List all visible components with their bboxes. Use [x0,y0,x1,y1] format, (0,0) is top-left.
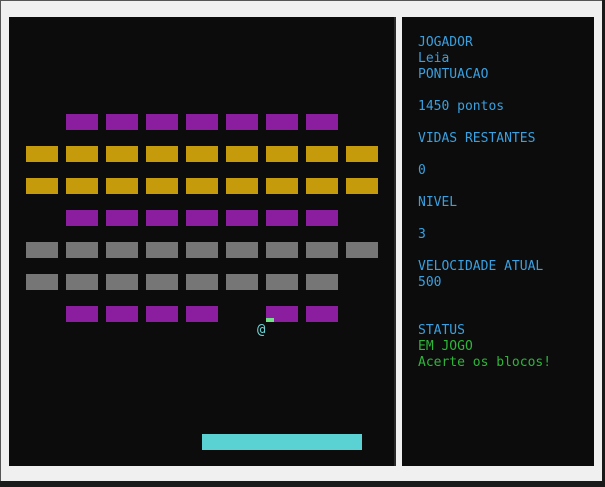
brick [306,146,338,162]
brick [266,146,298,162]
brick [226,210,258,226]
brick [186,306,218,322]
window-border-bottom [0,481,605,487]
brick [146,242,178,258]
brick [106,242,138,258]
lives-label: VIDAS RESTANTES [418,131,536,146]
brick [106,210,138,226]
status-value: EM JOGO [418,339,473,354]
lives-value: 0 [418,163,426,178]
window-border-top [0,0,605,1]
brick [306,242,338,258]
score-label: PONTUACAO [418,67,489,82]
speed-label: VELOCIDADE ATUAL [418,259,544,274]
brick [146,114,178,130]
brick [186,274,218,290]
brick [266,114,298,130]
brick [186,146,218,162]
brick [226,146,258,162]
brick [66,306,98,322]
ball-highlight [266,318,274,322]
brick [106,274,138,290]
brick [266,178,298,194]
brick [146,178,178,194]
brick [26,178,58,194]
brick [306,114,338,130]
ball: @ [257,322,266,338]
brick [106,178,138,194]
brick [226,114,258,130]
brick [306,178,338,194]
status-message: Acerte os blocos! [418,355,552,370]
brick [66,178,98,194]
brick [66,210,98,226]
brick [306,274,338,290]
hud-panel [402,17,594,466]
brick [146,210,178,226]
brick [66,242,98,258]
paddle[interactable] [202,434,362,450]
brick [26,274,58,290]
level-label: NIVEL [418,195,458,210]
brick [186,242,218,258]
brick [66,274,98,290]
play-field[interactable] [9,17,396,466]
window-border-left [0,0,1,487]
score-value: 1450 pontos [418,99,505,114]
brick [106,114,138,130]
brick [346,146,378,162]
brick [66,146,98,162]
speed-value: 500 [418,275,442,290]
player-label: JOGADOR [418,35,473,50]
brick [106,146,138,162]
brick [346,242,378,258]
brick [266,242,298,258]
brick [146,146,178,162]
brick [186,114,218,130]
level-value: 3 [418,227,426,242]
brick [226,274,258,290]
brick [186,210,218,226]
brick [146,274,178,290]
brick [306,210,338,226]
brick [26,242,58,258]
brick [186,178,218,194]
brick [306,306,338,322]
brick [226,242,258,258]
brick [266,210,298,226]
game-window: @ JOGADOR Leia PONTUACAO 1450 pontos VID… [0,0,605,487]
brick [266,274,298,290]
brick [226,178,258,194]
brick [146,306,178,322]
status-label: STATUS [418,323,465,338]
brick [346,178,378,194]
brick [26,146,58,162]
brick [66,114,98,130]
player-name: Leia [418,51,450,66]
brick [106,306,138,322]
